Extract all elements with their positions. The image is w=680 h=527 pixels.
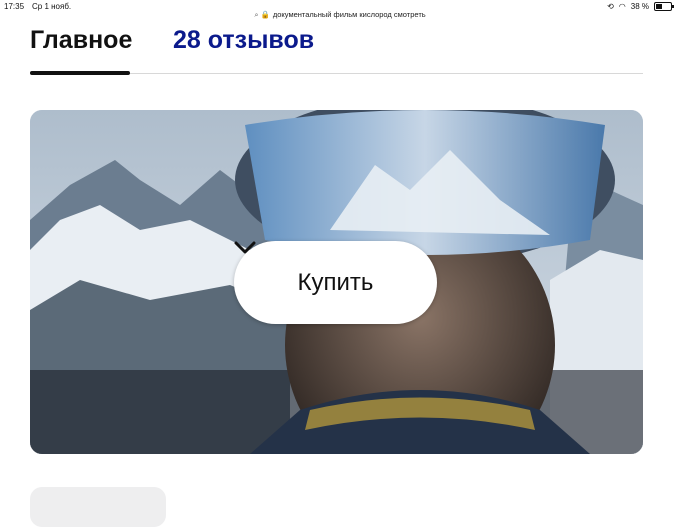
buy-button[interactable]: Купить	[234, 241, 437, 324]
lock-icon: 🔒	[260, 10, 270, 19]
orientation-lock-icon: ⟲	[607, 2, 614, 11]
status-bar: 17:35 Ср 1 нояб. ⌕ 🔒 документальный фильм …	[0, 0, 680, 19]
buy-button-label: Купить	[297, 268, 374, 296]
wifi-icon: ◠	[618, 2, 626, 11]
battery-icon	[654, 2, 674, 11]
battery-percent: 38 %	[630, 2, 649, 11]
movie-poster[interactable]: Купить	[30, 110, 643, 454]
tab-main[interactable]: Главное	[30, 26, 132, 55]
address-bar[interactable]: ⌕ 🔒 документальный фильм кислород смотреть	[0, 10, 680, 20]
status-indicators: ⟲ ◠ 38 %	[607, 2, 674, 11]
action-chip[interactable]	[30, 487, 166, 527]
tab-reviews[interactable]: 28 отзывов	[173, 26, 314, 55]
search-icon: ⌕	[254, 10, 259, 19]
chevron-down-icon	[234, 241, 256, 254]
active-tab-indicator	[30, 71, 130, 75]
tab-bar: Главное 28 отзывов	[30, 22, 643, 76]
address-text: документальный фильм кислород смотреть	[272, 10, 426, 19]
